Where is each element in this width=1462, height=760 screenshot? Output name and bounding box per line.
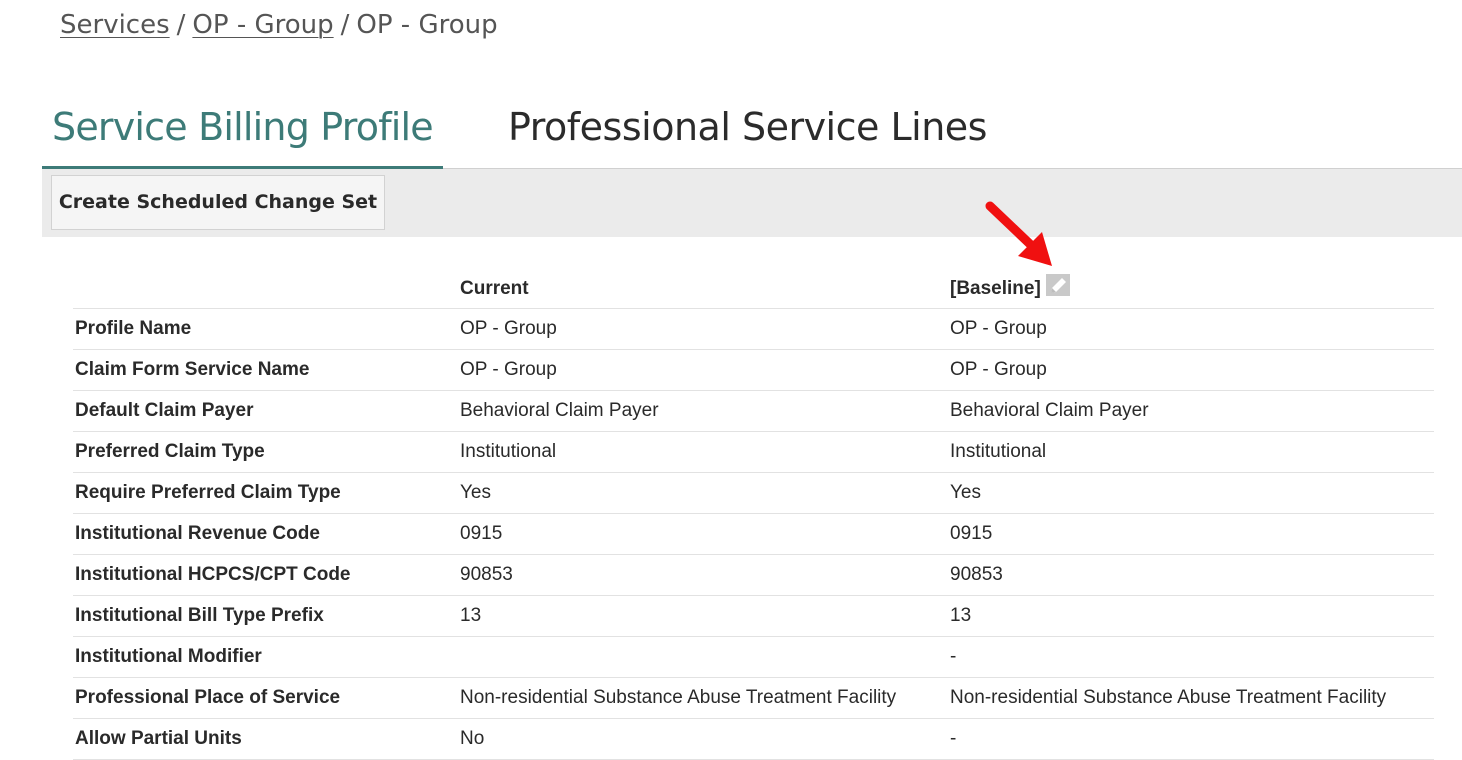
row-label: Institutional Modifier [73,636,458,678]
tab-service-billing-profile[interactable]: Service Billing Profile [42,96,443,170]
breadcrumb: Services / OP - Group / OP - Group [60,10,498,40]
current-value [458,636,948,678]
billing-profile-table: Current [Baseline] Profile Name OP - Gro… [73,259,1434,760]
row-label: Default Claim Payer [73,390,458,432]
breadcrumb-separator: / [340,10,350,40]
table-row: Allow Partial Units No - [73,718,1434,760]
table-row: Profile Name OP - Group OP - Group [73,308,1434,350]
current-value: 90853 [458,554,948,596]
current-value: Behavioral Claim Payer [458,390,948,432]
breadcrumb-current: OP - Group [356,10,498,40]
create-scheduled-change-set-button[interactable]: Create Scheduled Change Set [51,175,385,230]
table-row: Default Claim Payer Behavioral Claim Pay… [73,390,1434,432]
current-value: OP - Group [458,349,948,391]
baseline-value: Institutional [948,431,1434,473]
table-row: Institutional Modifier - [73,636,1434,678]
baseline-value: OP - Group [948,308,1434,350]
table-row: Institutional HCPCS/CPT Code 90853 90853 [73,554,1434,596]
breadcrumb-link-op-group[interactable]: OP - Group [192,10,333,40]
table-row: Claim Form Service Name OP - Group OP - … [73,349,1434,391]
tab-professional-service-lines[interactable]: Professional Service Lines [508,96,987,166]
table-row: Institutional Bill Type Prefix 13 13 [73,595,1434,637]
baseline-value: - [948,636,1434,678]
row-label: Professional Place of Service [73,677,458,719]
table-row: Preferred Claim Type Institutional Insti… [73,431,1434,473]
row-label: Allow Partial Units [73,718,458,760]
table-row: Require Preferred Claim Type Yes Yes [73,472,1434,514]
breadcrumb-separator: / [176,10,186,40]
label-column-header [73,259,458,309]
pencil-edit-icon[interactable] [1045,274,1070,296]
table-row: Professional Place of Service Non-reside… [73,677,1434,719]
baseline-value: Non-residential Substance Abuse Treatmen… [948,677,1434,719]
toolbar: Create Scheduled Change Set [42,169,1462,237]
row-label: Institutional HCPCS/CPT Code [73,554,458,596]
current-column-header: Current [458,259,948,309]
current-value: Yes [458,472,948,514]
row-label: Preferred Claim Type [73,431,458,473]
row-label: Profile Name [73,308,458,350]
breadcrumb-link-services[interactable]: Services [60,10,170,40]
baseline-value: 90853 [948,554,1434,596]
baseline-value: - [948,718,1434,760]
baseline-value: 0915 [948,513,1434,555]
current-value: 13 [458,595,948,637]
row-label: Require Preferred Claim Type [73,472,458,514]
baseline-column-header: [Baseline] [948,259,1434,309]
baseline-header-label: [Baseline] [950,278,1041,299]
baseline-value: Yes [948,472,1434,514]
current-value: OP - Group [458,308,948,350]
baseline-value: OP - Group [948,349,1434,391]
tab-bar: Service Billing Profile Professional Ser… [42,96,1462,170]
current-value: Non-residential Substance Abuse Treatmen… [458,677,948,719]
table-row: Institutional Revenue Code 0915 0915 [73,513,1434,555]
current-value: No [458,718,948,760]
current-value: 0915 [458,513,948,555]
baseline-value: 13 [948,595,1434,637]
current-value: Institutional [458,431,948,473]
row-label: Institutional Bill Type Prefix [73,595,458,637]
row-label: Institutional Revenue Code [73,513,458,555]
baseline-value: Behavioral Claim Payer [948,390,1434,432]
row-label: Claim Form Service Name [73,349,458,391]
table-header-row: Current [Baseline] [73,259,1434,309]
